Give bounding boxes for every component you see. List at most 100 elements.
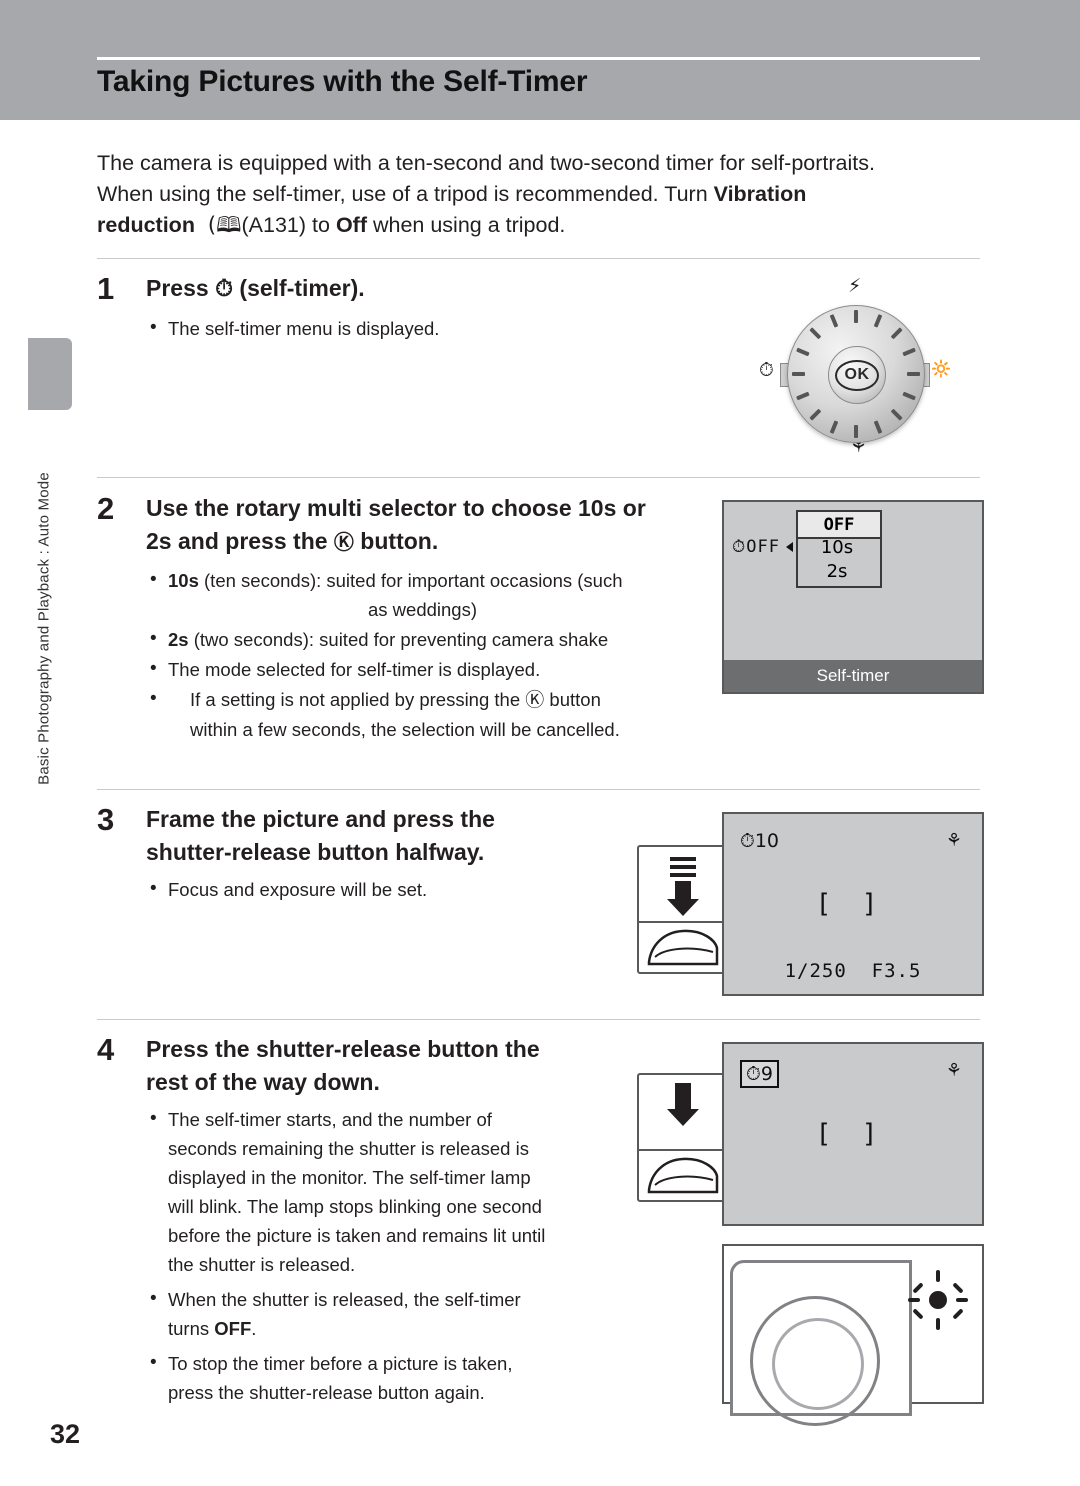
focus-area-brackets: [ ] bbox=[819, 1119, 887, 1149]
chevron-left-icon bbox=[786, 542, 793, 552]
shutter-press-full-illustration bbox=[637, 1073, 729, 1202]
page-number: 32 bbox=[50, 1419, 81, 1449]
step-4-bullets: The self-timer starts, and the number of… bbox=[146, 1104, 626, 1408]
intro-vibration-bold: Vibration bbox=[713, 182, 807, 206]
divider-step-2 bbox=[97, 477, 980, 478]
list-item: The self-timer starts, and the number of… bbox=[146, 1104, 626, 1279]
divider-step-1 bbox=[97, 258, 980, 259]
ok-button-icon: Ⓚ bbox=[333, 530, 354, 554]
shutter-speed-value: 1/250 bbox=[784, 960, 847, 982]
self-timer-icon-dial: ⏱ bbox=[759, 359, 774, 381]
step-2-heading-pre: Use the rotary multi selector to choose bbox=[146, 495, 579, 521]
step-1-heading: Press ⏱ (self-timer). bbox=[146, 272, 626, 306]
bullet-4-1-l1: The self-timer starts, and the number of bbox=[168, 1109, 492, 1130]
intro-line-1: The camera is equipped with a ten-second… bbox=[97, 151, 875, 175]
bullet-4-1-l3: displayed in the monitor. The self-timer… bbox=[168, 1167, 531, 1188]
press-bar-3 bbox=[670, 873, 696, 877]
focus-area-brackets: [ ] bbox=[819, 889, 887, 919]
aperture-value: F3.5 bbox=[871, 960, 922, 982]
bullet-4-1-l2: seconds remaining the shutter is release… bbox=[168, 1138, 529, 1159]
self-timer-off-indicator: ⏱OFF bbox=[732, 537, 780, 557]
bullet-4-3-l1: To stop the timer before a picture is ta… bbox=[168, 1353, 513, 1374]
shutter-press-halfway-illustration bbox=[637, 845, 729, 974]
step-4-heading-line1: Press the shutter-release button the bbox=[146, 1036, 540, 1062]
step-3-heading-line1: Frame the picture and press the bbox=[146, 806, 495, 832]
step-2-heading-10s: 10s bbox=[578, 495, 617, 521]
step-2-heading-2s: 2s bbox=[146, 528, 172, 554]
flash-icon: ⚡ bbox=[848, 275, 862, 297]
bullet-setting-text: If a setting is not applied by pressing … bbox=[190, 689, 601, 711]
ok-button-icon: Ⓚ bbox=[525, 689, 545, 711]
bullet-4-1-l4: will blink. The lamp stops blinking one … bbox=[168, 1196, 542, 1217]
step-4-number: 4 bbox=[97, 1032, 115, 1067]
self-timer-countdown-indicator: ⏱9 bbox=[740, 1060, 779, 1088]
rotary-multi-selector-illustration: ⚡ ⚘ ⏱ 🔆 OK bbox=[745, 275, 960, 470]
intro-off-bold: Off bbox=[335, 213, 367, 237]
press-divider bbox=[639, 921, 727, 923]
intro-paragraph: The camera is equipped with a ten-second… bbox=[97, 148, 987, 241]
bullet-2s-bold: 2s bbox=[168, 629, 189, 650]
bullet-4-2-l1: When the shutter is released, the self-t… bbox=[168, 1289, 521, 1310]
intro-reduction-bold: reduction bbox=[97, 213, 195, 237]
finger-icon bbox=[647, 1157, 719, 1194]
arrow-down-icon bbox=[667, 881, 699, 916]
page-header-band bbox=[0, 0, 1080, 120]
press-divider bbox=[639, 1149, 727, 1151]
self-timer-off-text: OFF bbox=[746, 537, 780, 557]
finger-icon bbox=[647, 929, 719, 966]
title-rule bbox=[97, 57, 980, 60]
step-3-heading-line2: shutter-release button halfway. bbox=[146, 839, 485, 865]
menu-title-bar: Self-timer bbox=[724, 660, 982, 692]
section-tab-label: Basic Photography and Playback : Auto Mo… bbox=[35, 472, 53, 785]
bullet-4-3-l2: press the shutter-release button again. bbox=[168, 1382, 485, 1403]
press-bar-2 bbox=[670, 865, 696, 869]
bullet-mode-displayed: The mode selected for self-timer is disp… bbox=[168, 659, 541, 680]
intro-line-2-pre: When using the self-timer, use of a trip… bbox=[97, 182, 714, 206]
step-4-heading: Press the shutter-release button the res… bbox=[146, 1033, 616, 1099]
divider-step-4 bbox=[97, 1019, 980, 1020]
step-1-number: 1 bbox=[97, 271, 115, 306]
bullet-4-1-l5: before the picture is taken and remains … bbox=[168, 1225, 546, 1246]
camera-front-illustration bbox=[722, 1244, 984, 1426]
list-item: 2s (two seconds): suited for preventing … bbox=[146, 624, 706, 654]
self-timer-option-10s[interactable]: 10s bbox=[796, 535, 878, 560]
press-bar-1 bbox=[670, 857, 696, 861]
intro-line-3-post: when using a tripod. bbox=[366, 213, 566, 237]
bullet-10s-bold: 10s bbox=[168, 570, 199, 591]
step-4-heading-line2: rest of the way down. bbox=[146, 1069, 380, 1095]
step-2-number: 2 bbox=[97, 491, 115, 526]
step-2-bullets: 10s (ten seconds): suited for important … bbox=[146, 565, 706, 745]
rotary-dial[interactable]: OK bbox=[787, 305, 925, 443]
list-item: Focus and exposure will be set. bbox=[146, 874, 616, 904]
step-1-heading-post: (self-timer). bbox=[233, 275, 365, 301]
exposure-readout: 1/250 F3.5 bbox=[724, 960, 982, 982]
step-3-number: 3 bbox=[97, 802, 115, 837]
shooting-screen-countdown: ⏱9 ⚘ [ ] bbox=[722, 1042, 984, 1226]
bullet-4-1-l6: the shutter is released. bbox=[168, 1254, 356, 1275]
list-item: To stop the timer before a picture is ta… bbox=[146, 1348, 626, 1407]
self-timer-countdown-indicator: ⏱10 bbox=[740, 830, 780, 852]
self-timer-countdown-value: 10 bbox=[754, 830, 780, 852]
step-3-heading: Frame the picture and press the shutter-… bbox=[146, 803, 616, 869]
self-timer-menu-screen: ⏱OFF OFF 10s 2s Self-timer bbox=[722, 500, 984, 694]
step-1-bullets: The self-timer menu is displayed. bbox=[146, 313, 646, 344]
bullet-2s-text: (two seconds): suited for preventing cam… bbox=[188, 629, 609, 650]
macro-icon: ⚘ bbox=[945, 1060, 962, 1081]
step-3-bullets: Focus and exposure will be set. bbox=[146, 874, 616, 905]
bullet-10s-cont: as weddings) bbox=[368, 599, 478, 620]
step-1-heading-pre: Press bbox=[146, 275, 216, 301]
self-timer-lamp-icon bbox=[908, 1270, 968, 1330]
macro-icon: ⚘ bbox=[945, 830, 962, 851]
manual-ref-icon: (🕮 bbox=[200, 213, 242, 238]
list-item: If a setting is not applied by pressing … bbox=[146, 684, 706, 744]
step-2-heading-post: button. bbox=[353, 528, 439, 554]
list-item: The self-timer menu is displayed. bbox=[146, 313, 646, 343]
ok-button[interactable]: OK bbox=[828, 346, 886, 404]
shooting-screen-halfway: ⏱10 ⚘ [ ] 1/250 F3.5 bbox=[722, 812, 984, 996]
step-2-heading: Use the rotary multi selector to choose … bbox=[146, 492, 706, 559]
self-timer-countdown-value: 9 bbox=[760, 1063, 773, 1085]
self-timer-icon: ⏱ bbox=[215, 276, 234, 302]
self-timer-option-2s[interactable]: 2s bbox=[796, 559, 878, 584]
intro-line-3-ref: (A131) to bbox=[241, 213, 336, 237]
step-2-heading-mid: and press the bbox=[171, 528, 334, 554]
